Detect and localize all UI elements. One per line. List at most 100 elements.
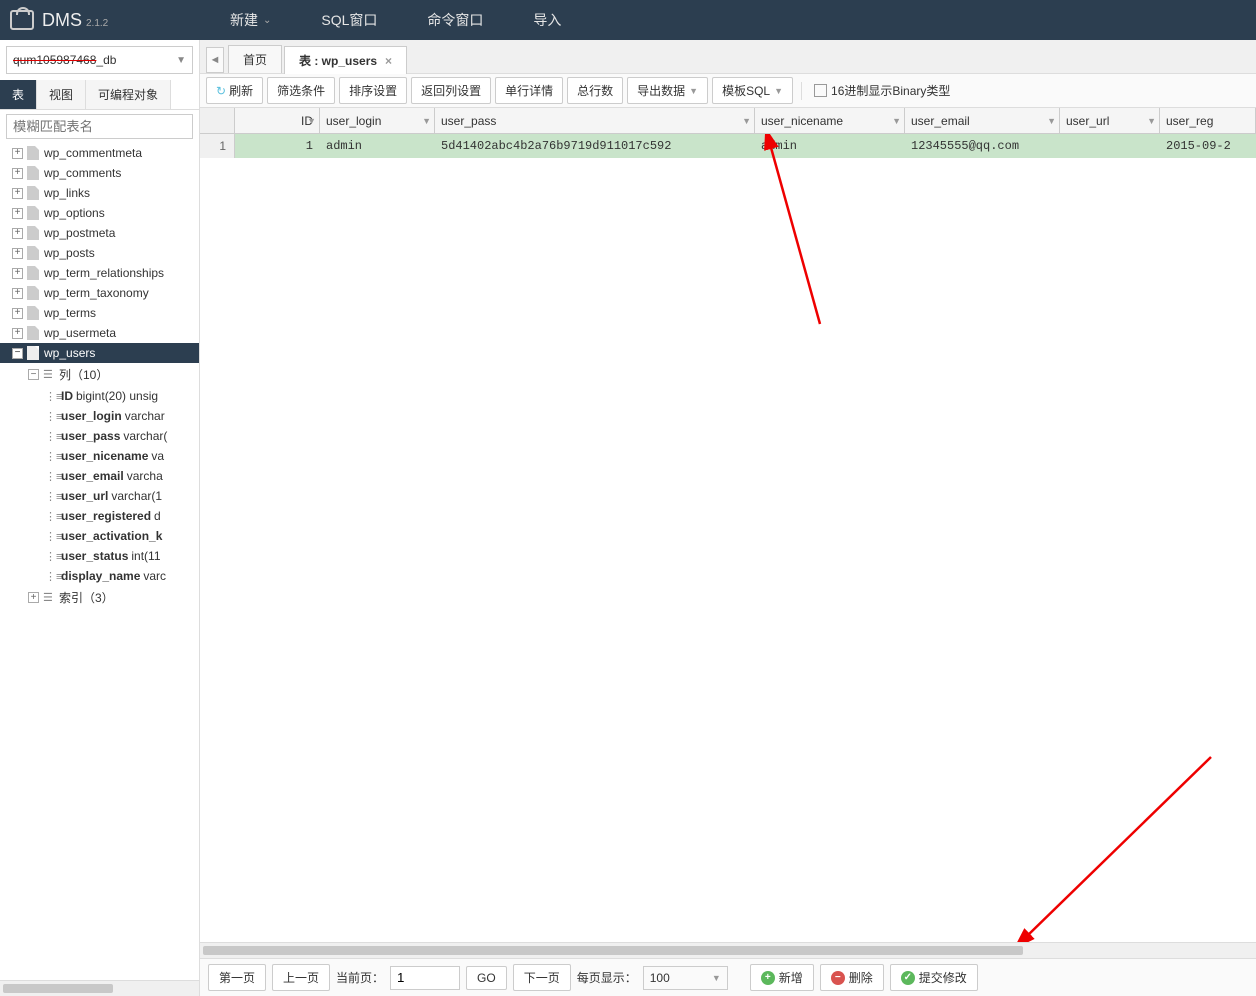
grid-horizontal-scrollbar[interactable]	[200, 942, 1256, 958]
table-row[interactable]: 1 1 admin 5d41402abc4b2a76b9719d911017c5…	[200, 134, 1256, 158]
col-header-ID[interactable]: ID▼	[235, 108, 320, 133]
tree-item-wp_users[interactable]: −wp_users	[0, 343, 199, 363]
row-count-button[interactable]: 总行数	[567, 77, 623, 104]
add-row-button[interactable]: +新增	[750, 964, 814, 991]
column-user_email[interactable]: ⋮≡user_emailvarcha	[0, 466, 199, 486]
sidebar-tab-table[interactable]: 表	[0, 80, 37, 109]
main-area: ◄ 首页 表 : wp_users× ↻刷新 筛选条件 排序设置 返回列设置 单…	[200, 40, 1256, 996]
filter-dropdown-icon[interactable]: ▼	[892, 116, 901, 126]
filter-dropdown-icon[interactable]: ▼	[307, 116, 316, 126]
col-header-user_url[interactable]: user_url▼	[1060, 108, 1160, 133]
tree-item-wp_comments[interactable]: +wp_comments	[0, 163, 199, 183]
cell-user_nicename[interactable]: admin	[755, 134, 905, 158]
cell-user_reg[interactable]: 2015-09-2	[1160, 134, 1256, 158]
sort-button[interactable]: 排序设置	[339, 77, 407, 104]
current-page-input[interactable]	[390, 966, 460, 990]
app-name: DMS	[42, 10, 82, 31]
chevron-down-icon: ⌄	[263, 15, 271, 26]
export-button[interactable]: 导出数据▼	[627, 77, 708, 104]
cell-user_login[interactable]: admin	[320, 134, 435, 158]
delete-row-button[interactable]: −删除	[820, 964, 884, 991]
database-name: qum105987468_db	[13, 53, 116, 67]
tree-item-wp_commentmeta[interactable]: +wp_commentmeta	[0, 143, 199, 163]
sidebar-horizontal-scrollbar[interactable]	[0, 980, 199, 996]
col-header-user_reg[interactable]: user_reg	[1160, 108, 1256, 133]
cell-user_email[interactable]: 12345555@qq.com	[905, 134, 1060, 158]
refresh-button[interactable]: ↻刷新	[206, 77, 263, 104]
cell-user_url[interactable]	[1060, 134, 1160, 158]
column-display_name[interactable]: ⋮≡display_namevarc	[0, 566, 199, 586]
list-icon: ☰	[43, 591, 55, 604]
filter-dropdown-icon[interactable]: ▼	[742, 116, 751, 126]
column-icon: ⋮≡	[45, 550, 57, 563]
column-icon: ⋮≡	[45, 470, 57, 483]
column-user_nicename[interactable]: ⋮≡user_nicenameva	[0, 446, 199, 466]
tree-item-wp_options[interactable]: +wp_options	[0, 203, 199, 223]
first-page-button[interactable]: 第一页	[208, 964, 266, 991]
filter-button[interactable]: 筛选条件	[267, 77, 335, 104]
tree-item-wp_usermeta[interactable]: +wp_usermeta	[0, 323, 199, 343]
tree-item-wp_term_relationships[interactable]: +wp_term_relationships	[0, 263, 199, 283]
tab-home[interactable]: 首页	[228, 45, 282, 73]
column-icon: ⋮≡	[45, 490, 57, 503]
database-selector[interactable]: qum105987468_db ▼	[6, 46, 193, 74]
columns-folder[interactable]: −☰列（10）	[0, 363, 199, 386]
column-user_registered[interactable]: ⋮≡user_registeredd	[0, 506, 199, 526]
cloud-db-icon	[10, 10, 34, 30]
filter-dropdown-icon[interactable]: ▼	[422, 116, 431, 126]
cell-user_pass[interactable]: 5d41402abc4b2a76b9719d911017c592	[435, 134, 755, 158]
current-page-label: 当前页：	[336, 969, 384, 986]
per-page-select[interactable]: 100▼	[643, 966, 728, 990]
column-ID[interactable]: ⋮≡IDbigint(20) unsig	[0, 386, 199, 406]
column-user_url[interactable]: ⋮≡user_urlvarchar(1	[0, 486, 199, 506]
row-detail-button[interactable]: 单行详情	[495, 77, 563, 104]
pagination-footer: 第一页 上一页 当前页： GO 下一页 每页显示： 100▼ +新增 −删除 ✓…	[200, 958, 1256, 996]
menu-cmd[interactable]: 命令窗口	[402, 10, 508, 30]
col-header-user_email[interactable]: user_email▼	[905, 108, 1060, 133]
col-header-user_pass[interactable]: user_pass▼	[435, 108, 755, 133]
close-icon[interactable]: ×	[385, 54, 392, 68]
plus-icon: +	[761, 971, 775, 985]
header: DMS 2.1.2 新建⌄ SQL窗口 命令窗口 导入	[0, 0, 1256, 40]
column-user_status[interactable]: ⋮≡user_statusint(11	[0, 546, 199, 566]
sidebar-tab-programmable[interactable]: 可编程对象	[86, 80, 171, 109]
tab-scroll-left[interactable]: ◄	[206, 47, 224, 73]
sidebar-tab-view[interactable]: 视图	[37, 80, 86, 109]
data-grid: ID▼ user_login▼ user_pass▼ user_nicename…	[200, 108, 1256, 958]
column-user_pass[interactable]: ⋮≡user_passvarchar(	[0, 426, 199, 446]
separator	[801, 82, 802, 100]
template-sql-button[interactable]: 模板SQL▼	[712, 77, 793, 104]
indexes-folder[interactable]: +☰索引（3）	[0, 586, 199, 609]
column-icon: ⋮≡	[45, 530, 57, 543]
prev-page-button[interactable]: 上一页	[272, 964, 330, 991]
column-user_activation_key[interactable]: ⋮≡user_activation_k	[0, 526, 199, 546]
table-filter-input[interactable]	[6, 114, 193, 139]
filter-dropdown-icon[interactable]: ▼	[1147, 116, 1156, 126]
tree-item-wp_terms[interactable]: +wp_terms	[0, 303, 199, 323]
tab-wp_users[interactable]: 表 : wp_users×	[284, 46, 407, 74]
sidebar-tabs: 表 视图 可编程对象	[0, 80, 199, 110]
tree-item-wp_links[interactable]: +wp_links	[0, 183, 199, 203]
table-icon	[27, 286, 39, 300]
refresh-icon: ↻	[216, 84, 226, 98]
go-button[interactable]: GO	[466, 966, 507, 990]
next-page-button[interactable]: 下一页	[513, 964, 571, 991]
menu-sql[interactable]: SQL窗口	[296, 10, 402, 30]
menu-import[interactable]: 导入	[508, 10, 586, 30]
column-user_login[interactable]: ⋮≡user_loginvarchar	[0, 406, 199, 426]
row-number-header	[200, 108, 235, 133]
logo: DMS 2.1.2	[10, 10, 205, 31]
tree-item-wp_posts[interactable]: +wp_posts	[0, 243, 199, 263]
cell-ID[interactable]: 1	[235, 134, 320, 158]
filter-dropdown-icon[interactable]: ▼	[1047, 116, 1056, 126]
menu-new[interactable]: 新建⌄	[205, 10, 296, 30]
tree-item-wp_postmeta[interactable]: +wp_postmeta	[0, 223, 199, 243]
hex-display-checkbox[interactable]: 16进制显示Binary类型	[814, 82, 950, 99]
col-header-user_nicename[interactable]: user_nicename▼	[755, 108, 905, 133]
tree-item-wp_term_taxonomy[interactable]: +wp_term_taxonomy	[0, 283, 199, 303]
tab-bar: ◄ 首页 表 : wp_users×	[200, 40, 1256, 74]
commit-button[interactable]: ✓提交修改	[890, 964, 978, 991]
annotation-arrow-1	[560, 134, 840, 334]
return-columns-button[interactable]: 返回列设置	[411, 77, 491, 104]
col-header-user_login[interactable]: user_login▼	[320, 108, 435, 133]
